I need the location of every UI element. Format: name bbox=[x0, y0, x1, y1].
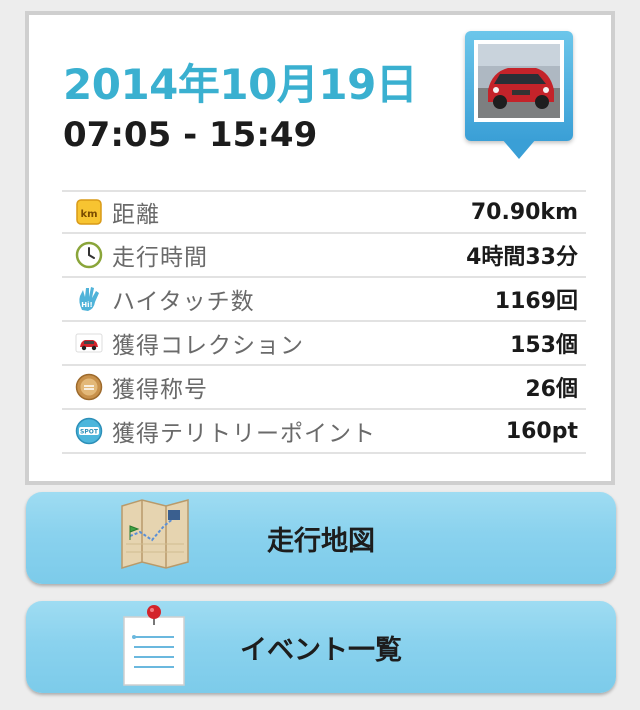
stat-row-drive-time: 走行時間 4時間33分 bbox=[62, 234, 586, 278]
drive-date: 2014年10月19日 bbox=[63, 60, 418, 109]
car-photo-pin[interactable] bbox=[465, 31, 575, 173]
svg-text:km: km bbox=[80, 209, 97, 220]
drive-map-button-label: 走行地図 bbox=[267, 525, 375, 557]
stat-value: 70.90km bbox=[470, 199, 578, 225]
event-list-button[interactable]: イベント一覧 bbox=[26, 601, 616, 693]
stat-row-hi-touch: Hi! ハイタッチ数 1169回 bbox=[62, 278, 586, 322]
svg-text:SPOT: SPOT bbox=[80, 429, 99, 436]
stat-value: 153個 bbox=[510, 333, 578, 358]
stat-row-collection: 獲得コレクション 153個 bbox=[62, 322, 586, 366]
event-list-button-label: イベント一覧 bbox=[240, 634, 402, 666]
stat-label: 獲得コレクション bbox=[112, 333, 304, 359]
svg-text:Hi!: Hi! bbox=[81, 301, 92, 309]
stat-row-titles: 獲得称号 26個 bbox=[62, 366, 586, 410]
red-car-icon bbox=[74, 328, 104, 358]
stat-value: 4時間33分 bbox=[466, 245, 578, 270]
stat-label: 獲得称号 bbox=[112, 377, 208, 403]
pin-tail bbox=[502, 139, 536, 159]
stat-label: ハイタッチ数 bbox=[112, 289, 255, 315]
stat-value: 160pt bbox=[505, 418, 578, 444]
red-car-photo-icon bbox=[478, 44, 560, 118]
spot-badge-icon: SPOT bbox=[74, 416, 104, 446]
drive-stats-list: km 距離 70.90km 走行時間 4時間33分 Hi! ハイタッチ数 116… bbox=[62, 190, 586, 454]
drive-summary-card: 2014年10月19日 07:05 - 15:49 km 距離 70.90km … bbox=[25, 11, 615, 485]
stat-row-distance: km 距離 70.90km bbox=[62, 190, 586, 234]
car-photo bbox=[474, 40, 564, 122]
drive-map-button[interactable]: 走行地図 bbox=[26, 492, 616, 584]
drive-time-range: 07:05 - 15:49 bbox=[63, 115, 318, 155]
clock-icon bbox=[74, 240, 104, 270]
km-icon: km bbox=[74, 197, 104, 227]
stat-label: 走行時間 bbox=[112, 245, 208, 271]
stat-label: 距離 bbox=[112, 202, 160, 228]
stat-label: 獲得テリトリーポイント bbox=[112, 421, 376, 447]
stat-value: 1169回 bbox=[494, 289, 578, 314]
stat-row-territory: SPOT 獲得テリトリーポイント 160pt bbox=[62, 410, 586, 454]
hi-five-hand-icon: Hi! bbox=[74, 284, 104, 314]
stat-value: 26個 bbox=[525, 377, 578, 402]
title-medal-icon bbox=[74, 372, 104, 402]
